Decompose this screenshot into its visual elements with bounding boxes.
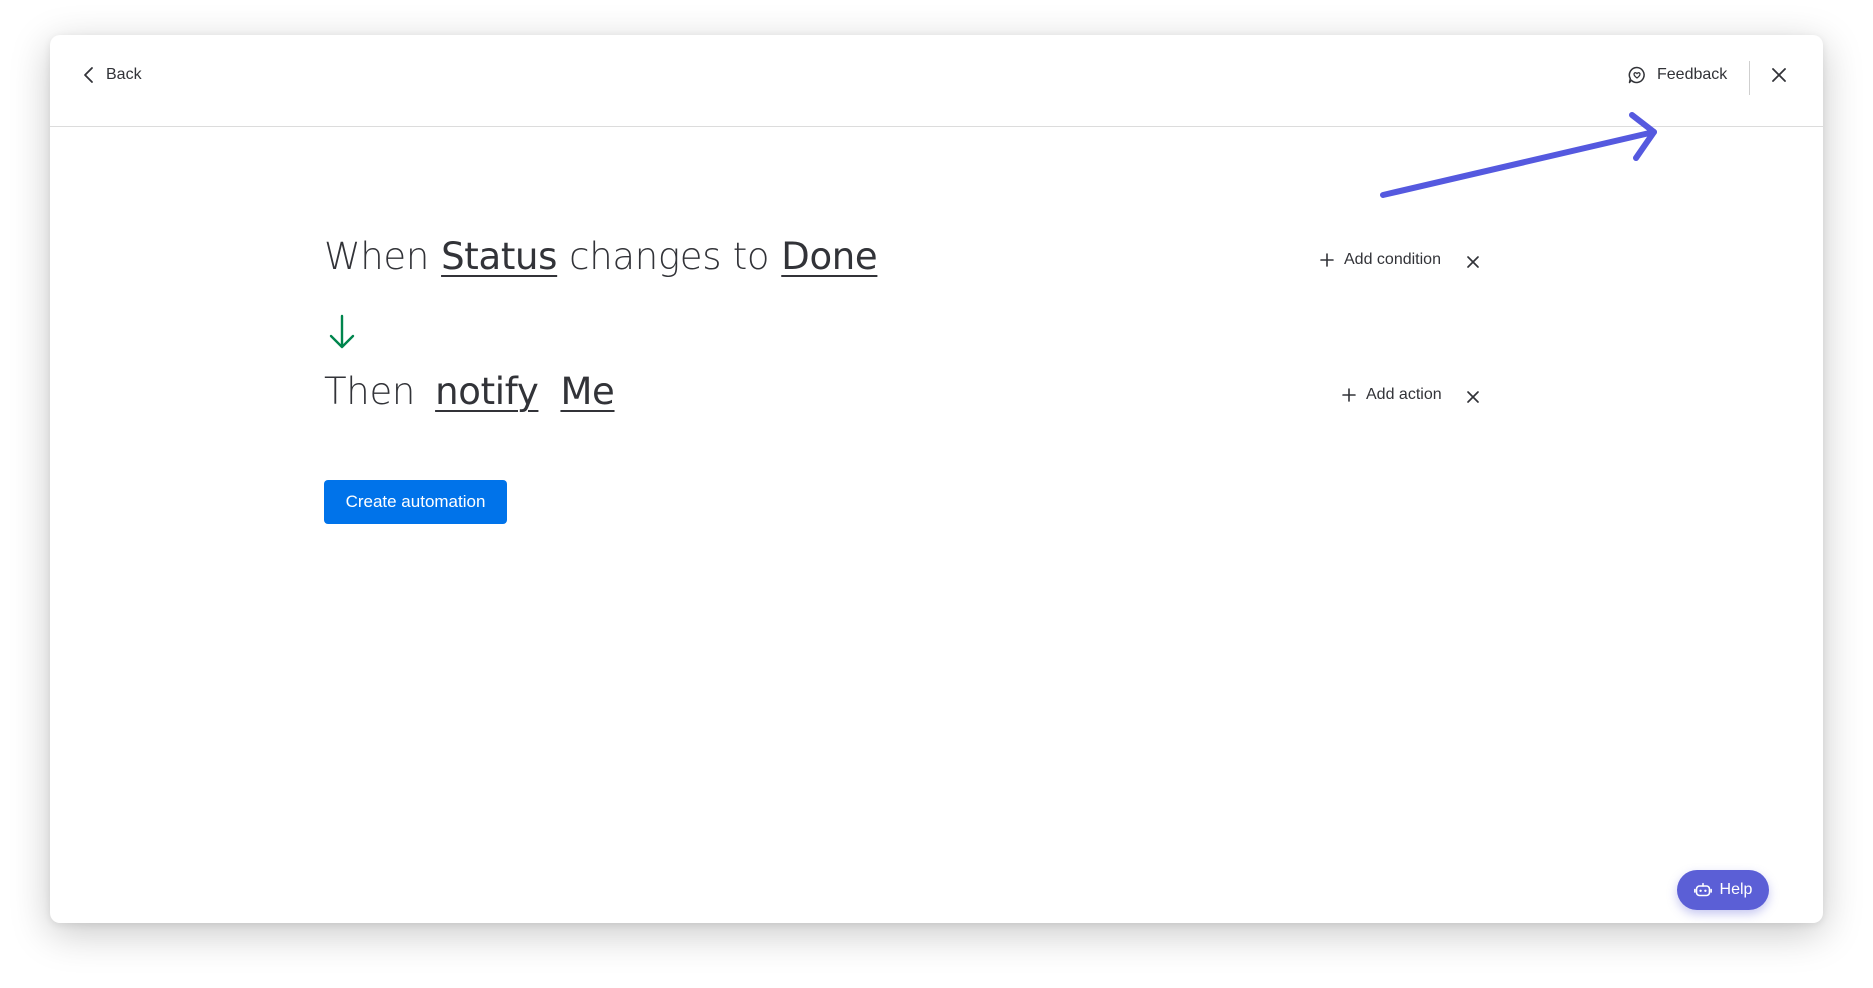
plus-icon [1320,253,1334,267]
add-action-button[interactable]: Add action [1342,386,1442,404]
robot-icon [1693,882,1712,897]
close-icon[interactable] [1768,64,1790,86]
action-prefix: Then [324,370,416,413]
action-target-token[interactable]: Me [560,370,614,413]
remove-action-close-icon[interactable] [1464,388,1482,406]
trigger-prefix: When [324,235,430,278]
automation-builder-modal: Back Feedback When Status changes to Don… [50,35,1823,923]
add-condition-button[interactable]: Add condition [1320,251,1441,269]
help-label: Help [1719,881,1753,898]
chevron-left-icon [84,67,93,83]
trigger-sentence: When Status changes to Done [324,235,889,278]
add-action-label: Add action [1366,386,1442,403]
action-verb-token[interactable]: notify [435,370,539,413]
add-condition-label: Add condition [1344,251,1441,268]
trigger-value-token[interactable]: Done [781,235,877,278]
create-automation-button[interactable]: Create automation [324,480,507,524]
remove-trigger-close-icon[interactable] [1464,253,1482,271]
arrow-down-icon [329,314,355,349]
action-sentence: Then notify Me [324,370,637,413]
trigger-middle-text: changes to [569,235,770,278]
trigger-column-token[interactable]: Status [441,235,557,278]
plus-icon [1342,388,1356,402]
header-divider [1749,61,1750,95]
help-button[interactable]: Help [1677,870,1769,910]
annotation-arrow-icon [1380,112,1657,198]
back-label: Back [106,66,142,83]
back-button[interactable]: Back [82,63,142,87]
